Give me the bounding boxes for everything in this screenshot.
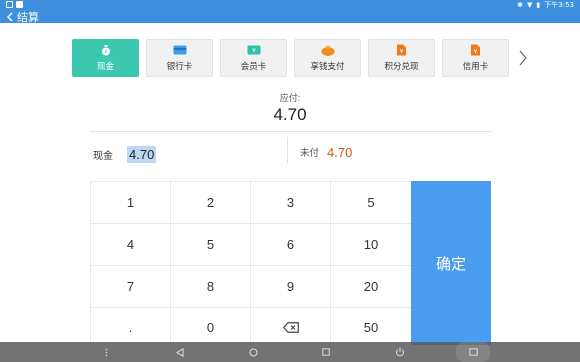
- cash-bag-icon: ¥: [99, 45, 113, 56]
- wifi-icon: ▼: [527, 1, 533, 9]
- payment-method-bank-card[interactable]: 银行卡: [146, 39, 213, 77]
- svg-text:¥: ¥: [474, 49, 478, 56]
- credit-doc-icon: ¥: [469, 44, 483, 56]
- payment-method-cash[interactable]: ¥ 现金: [72, 39, 139, 77]
- battery-icon: ▮: [536, 1, 541, 9]
- power-icon[interactable]: [392, 342, 408, 362]
- payment-method-label: 会员卡: [240, 60, 267, 71]
- screenshot-icon[interactable]: [456, 342, 490, 362]
- nav-recents-icon[interactable]: [318, 342, 334, 362]
- svg-text:¥: ¥: [252, 48, 256, 55]
- next-page-button[interactable]: [515, 47, 531, 69]
- keypad-quick-amount[interactable]: 50: [331, 308, 411, 346]
- payment-method-label: 现金: [96, 60, 114, 71]
- payment-method-label: 享钱支付: [310, 60, 345, 71]
- chevron-right-icon: [519, 50, 527, 66]
- notification-icon: [16, 1, 23, 8]
- amount-due-label: 应付:: [279, 93, 301, 103]
- backspace-icon: [282, 321, 299, 333]
- keypad-key[interactable]: 3: [251, 182, 331, 224]
- page-title: 结算: [17, 11, 39, 24]
- divider: [287, 137, 288, 163]
- keypad-key[interactable]: 1: [91, 182, 171, 224]
- payment-method-label: 积分兑现: [384, 60, 419, 71]
- back-button[interactable]: 结算: [6, 10, 39, 24]
- keypad-key[interactable]: 8: [171, 266, 251, 308]
- notification-icon: [6, 1, 13, 8]
- divider: [90, 131, 491, 132]
- confirm-button[interactable]: 确定: [411, 181, 491, 345]
- wallet-icon: [321, 45, 335, 56]
- keypad-quick-amount[interactable]: 5: [331, 182, 411, 224]
- payment-method-bar: ¥ 现金 银行卡 ¥ 会员卡 享钱支付 ¥ 积分兑现 ¥ 信用卡: [72, 39, 512, 77]
- svg-text:¥: ¥: [400, 49, 404, 56]
- cash-input-row: 现金 4.70: [93, 144, 157, 164]
- keypad-key[interactable]: 5: [171, 224, 251, 266]
- status-bar: ✱ ▼ ▮ 下午3:53: [0, 0, 580, 10]
- system-nav-bar: [0, 342, 580, 362]
- keypad-key[interactable]: .: [91, 308, 171, 346]
- cash-label: 现金: [93, 150, 113, 162]
- keypad-key[interactable]: 9: [251, 266, 331, 308]
- keypad-quick-amount[interactable]: 10: [331, 224, 411, 266]
- keypad-key[interactable]: 6: [251, 224, 331, 266]
- numeric-keypad: 1 2 3 5 4 5 6 10 7 8 9 20 . 0 50: [90, 181, 411, 346]
- nav-back-icon[interactable]: [172, 342, 188, 362]
- unpaid-value: 4.70: [327, 144, 353, 160]
- svg-text:¥: ¥: [104, 50, 107, 56]
- bank-card-icon: [173, 45, 187, 56]
- backspace-key[interactable]: [251, 308, 331, 346]
- menu-dots-icon[interactable]: [100, 342, 112, 362]
- amount-due: 应付: 4.70: [0, 91, 580, 125]
- member-card-icon: ¥: [247, 45, 261, 56]
- bluetooth-icon: ✱: [517, 1, 524, 9]
- nav-home-icon[interactable]: [245, 342, 261, 362]
- amount-due-value: 4.70: [273, 105, 307, 124]
- payment-method-label: 信用卡: [462, 60, 489, 71]
- cash-amount-input[interactable]: 4.70: [127, 145, 157, 163]
- title-bar: 结算: [0, 10, 580, 24]
- chevron-left-icon: [6, 11, 13, 22]
- unpaid-label: 未付: [300, 148, 320, 159]
- keypad-key[interactable]: 7: [91, 266, 171, 308]
- payment-method-credit-card[interactable]: ¥ 信用卡: [442, 39, 509, 77]
- status-time: 下午3:53: [544, 1, 574, 9]
- keypad-key[interactable]: 0: [171, 308, 251, 346]
- payment-method-member-card[interactable]: ¥ 会员卡: [220, 39, 287, 77]
- payment-method-points[interactable]: ¥ 积分兑现: [368, 39, 435, 77]
- unpaid-amount: 未付 4.70: [300, 143, 352, 161]
- keypad-key[interactable]: 2: [171, 182, 251, 224]
- payment-method-wallet[interactable]: 享钱支付: [294, 39, 361, 77]
- points-doc-icon: ¥: [395, 44, 409, 56]
- keypad-key[interactable]: 4: [91, 224, 171, 266]
- keypad-quick-amount[interactable]: 20: [331, 266, 411, 308]
- payment-method-label: 银行卡: [166, 60, 193, 71]
- notification-icons: [6, 1, 23, 8]
